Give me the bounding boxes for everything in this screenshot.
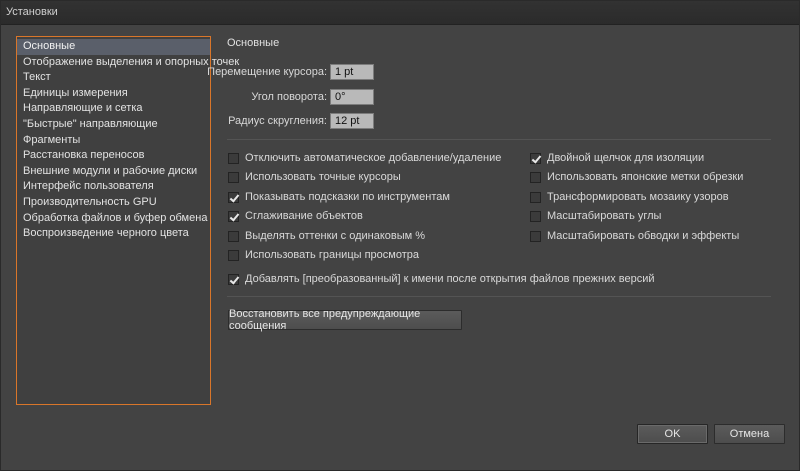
checkbox-label: Показывать подсказки по инструментам <box>245 191 450 203</box>
checkbox-label: Отключить автоматическое добавление/удал… <box>245 152 502 164</box>
cursor-move-row: Перемещение курсора: <box>207 64 327 80</box>
checkbox-scale-strokes-effects[interactable]: Масштабировать обводки и эффекты <box>530 229 739 243</box>
checkbox-label: Добавлять [преобразованный] к имени посл… <box>245 273 655 285</box>
corner-radius-input[interactable]: 12 pt <box>330 113 374 129</box>
checkbox-preview-bounds[interactable]: Использовать границы просмотра <box>228 248 419 262</box>
preferences-dialog: Установки Основные Отображение выделения… <box>0 0 800 471</box>
checkbox-icon[interactable] <box>530 230 541 242</box>
rotation-label: Угол поворота: <box>251 91 327 103</box>
checkbox-checked-icon[interactable] <box>228 191 239 203</box>
rotation-input[interactable]: 0° <box>330 89 374 105</box>
checkbox-label: Трансформировать мозаику узоров <box>547 191 729 203</box>
checkbox-label: Выделять оттенки с одинаковым % <box>245 230 426 242</box>
checkbox-precise-cursors[interactable]: Использовать точные курсоры <box>228 170 401 184</box>
checkbox-label: Двойной щелчок для изоляции <box>547 152 705 164</box>
sidebar-item-hyphenation[interactable]: Расстановка переносов <box>17 148 210 164</box>
corner-radius-row: Радиус скругления: <box>227 113 327 129</box>
checkbox-show-tool-tips[interactable]: Показывать подсказки по инструментам <box>228 190 450 204</box>
checkbox-checked-icon[interactable] <box>530 152 541 164</box>
sidebar-item-gpu-performance[interactable]: Производительность GPU <box>17 195 210 211</box>
checkbox-anti-aliased[interactable]: Сглаживание объектов <box>228 209 363 223</box>
checkbox-label: Масштабировать углы <box>547 210 662 222</box>
checkbox-transform-pattern-tiles[interactable]: Трансформировать мозаику узоров <box>530 190 729 204</box>
checkbox-label: Использовать точные курсоры <box>245 171 401 183</box>
sidebar-item-general[interactable]: Основные <box>17 39 210 55</box>
checkbox-disable-auto-add[interactable]: Отключить автоматическое добавление/удал… <box>228 151 501 165</box>
divider <box>227 296 771 297</box>
reset-warnings-button[interactable]: Восстановить все предупреждающие сообщен… <box>228 308 462 332</box>
cursor-move-label: Перемещение курсора: <box>207 66 327 78</box>
checkbox-label: Использовать японские метки обрезки <box>547 171 744 183</box>
category-list[interactable]: Основные Отображение выделения и опорных… <box>16 36 239 405</box>
sidebar-item-user-interface[interactable]: Интерфейс пользователя <box>17 179 210 195</box>
checkbox-icon[interactable] <box>530 210 541 222</box>
sidebar-item-plugins-scratch[interactable]: Внешние модули и рабочие диски <box>17 164 210 180</box>
checkbox-label: Использовать границы просмотра <box>245 249 419 261</box>
sidebar-item-slices[interactable]: Фрагменты <box>17 133 210 149</box>
checkbox-icon[interactable] <box>530 171 541 183</box>
checkbox-label: Сглаживание объектов <box>245 210 363 222</box>
checkbox-double-click-isolate[interactable]: Двойной щелчок для изоляции <box>530 151 704 165</box>
checkbox-select-same-tint[interactable]: Выделять оттенки с одинаковым % <box>228 229 425 243</box>
divider <box>227 139 771 140</box>
sidebar-item-file-handling[interactable]: Обработка файлов и буфер обмена <box>17 211 210 227</box>
checkbox-japanese-crop-marks[interactable]: Использовать японские метки обрезки <box>530 170 743 184</box>
checkbox-icon[interactable] <box>228 249 239 261</box>
corner-radius-label: Радиус скругления: <box>228 115 327 127</box>
checkbox-append-converted[interactable]: Добавлять [преобразованный] к имени посл… <box>228 272 655 286</box>
checkbox-scale-corners[interactable]: Масштабировать углы <box>530 209 661 223</box>
checkbox-label: Масштабировать обводки и эффекты <box>547 230 740 242</box>
title-bar[interactable]: Установки <box>1 1 799 25</box>
sidebar-item-smart-guides[interactable]: "Быстрые" направляющие <box>17 117 210 133</box>
ok-button[interactable]: OK <box>637 424 708 444</box>
sidebar-item-units[interactable]: Единицы измерения <box>17 86 210 102</box>
window-title: Установки <box>6 6 58 18</box>
checkbox-checked-icon[interactable] <box>228 210 239 222</box>
checkbox-icon[interactable] <box>228 152 239 164</box>
sidebar-item-selection-display[interactable]: Отображение выделения и опорных точек <box>17 55 239 71</box>
sidebar-item-guides-grid[interactable]: Направляющие и сетка <box>17 101 210 117</box>
checkbox-checked-icon[interactable] <box>228 273 239 285</box>
cursor-move-input[interactable]: 1 pt <box>330 64 374 80</box>
sidebar-item-black-appearance[interactable]: Воспроизведение черного цвета <box>17 226 210 242</box>
section-title: Основные <box>227 37 280 49</box>
checkbox-icon[interactable] <box>530 191 541 203</box>
cancel-button[interactable]: Отмена <box>714 424 785 444</box>
checkbox-icon[interactable] <box>228 171 239 183</box>
checkbox-icon[interactable] <box>228 230 239 242</box>
rotation-row: Угол поворота: <box>227 89 327 105</box>
sidebar-item-type[interactable]: Текст <box>17 70 210 86</box>
